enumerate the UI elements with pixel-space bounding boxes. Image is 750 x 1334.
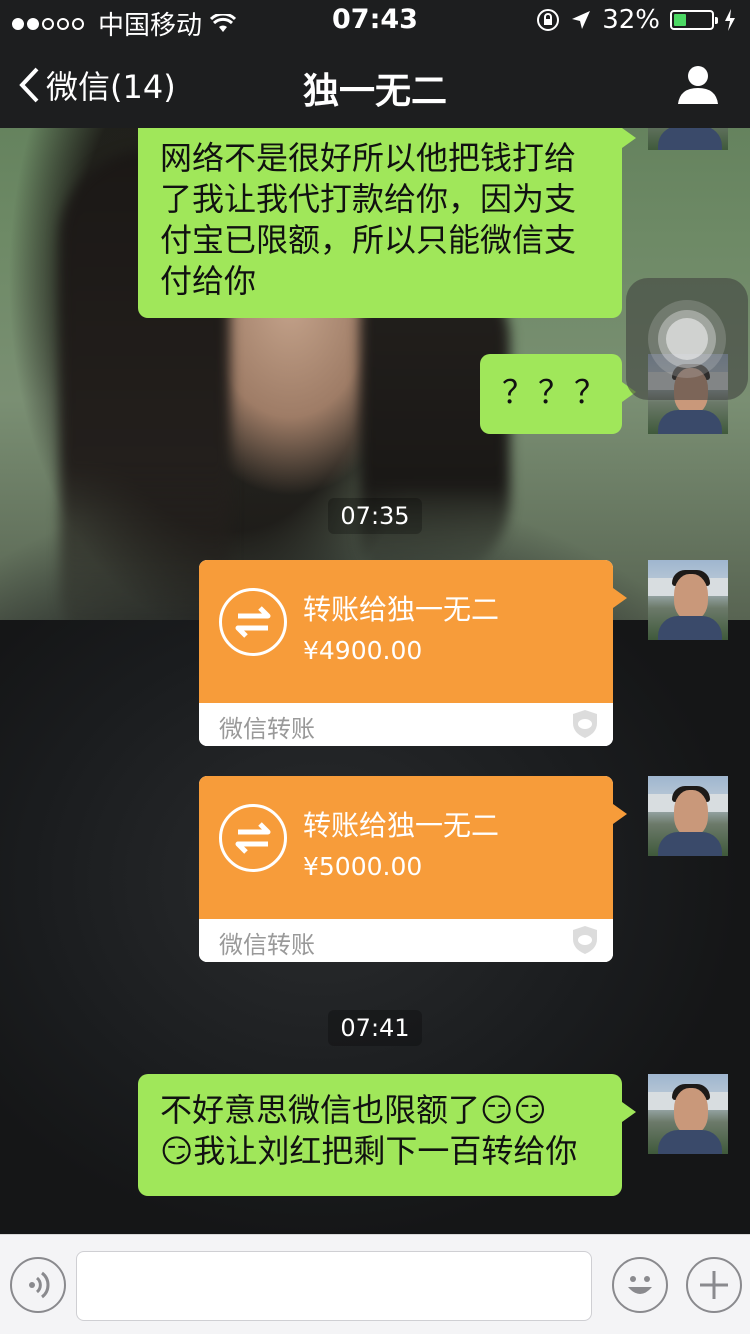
transfer-amount: ¥5000.00 [303, 852, 423, 881]
chat-title: 独一无二 [302, 71, 447, 112]
voice-waves-icon [29, 1271, 50, 1299]
transfer-card[interactable]: 转账给独一无二 ¥5000.00 微信转账 [199, 776, 627, 962]
timestamp-text: 07:35 [328, 498, 422, 534]
status-right: 32% [536, 5, 736, 35]
transfer-card-header: 转账给独一无二 ¥5000.00 [199, 776, 627, 919]
battery-percent: 32% [602, 5, 660, 35]
smirk-emoji-icon: 😏 [480, 1091, 514, 1129]
charging-bolt-icon [725, 9, 735, 31]
message-line: 付宝已限额，所以只能微信支 [160, 221, 577, 259]
message-line: 付给你 [160, 262, 257, 300]
message-bubble-last[interactable]: 不好意思微信也限额了😏😏 😏我让刘红把剩下一百转给你 [138, 1074, 636, 1196]
location-arrow-icon [572, 11, 591, 29]
battery-icon [670, 10, 718, 30]
transfer-card-header: 转账给独一无二 ¥4900.00 [199, 560, 627, 703]
navigation-bar: 微信(14) 独一无二 [0, 40, 750, 128]
plus-icon [700, 1271, 728, 1299]
smirk-emoji-icon: 😏 [513, 1091, 547, 1129]
transfer-card-footer: 微信转账 [199, 919, 613, 962]
contact-profile-icon[interactable] [676, 62, 720, 106]
battery-fill [674, 14, 686, 26]
message-line: 了我让我代打款给你，因为支 [160, 180, 577, 218]
message-text: ？？？ [502, 373, 611, 411]
transfer-amount: ¥4900.00 [303, 636, 423, 665]
message-text: 不好意思微信也限额了 [160, 1091, 481, 1129]
assistive-touch-button[interactable] [626, 278, 748, 400]
transfer-arrows-icon [219, 588, 287, 656]
transfer-footer-label: 微信转账 [219, 715, 315, 743]
my-avatar[interactable] [648, 560, 728, 640]
message-line: 网络不是很好所以他把钱打给 [160, 139, 577, 177]
chat-message-list[interactable]: 网络不是很好所以他把钱打给 了我让我代打款给你，因为支 付宝已限额，所以只能微信… [0, 128, 750, 1234]
timestamp-text: 07:41 [328, 1010, 422, 1046]
shield-icon [573, 710, 597, 738]
message-line: 不好意思微信也限额了😏😏 [160, 1090, 600, 1131]
rotation-lock-icon [537, 9, 560, 31]
message-input[interactable] [76, 1251, 592, 1321]
transfer-title: 转账给独一无二 [303, 593, 500, 626]
shield-icon [573, 926, 597, 954]
smirk-emoji-icon: 😏 [160, 1132, 194, 1170]
transfer-card-footer: 微信转账 [199, 703, 613, 746]
transfer-title: 转账给独一无二 [303, 809, 500, 842]
emoji-button[interactable] [612, 1257, 668, 1313]
voice-input-button[interactable] [10, 1257, 66, 1313]
status-bar: 中国移动 07:43 32% [0, 0, 750, 41]
more-options-button[interactable] [686, 1257, 742, 1313]
my-avatar[interactable] [648, 776, 728, 856]
timestamp-divider: 07:35 [0, 498, 750, 534]
transfer-card[interactable]: 转账给独一无二 ¥4900.00 微信转账 [199, 560, 627, 746]
message-bubble-question[interactable]: ？？？ [480, 354, 636, 434]
message-line: 😏我让刘红把剩下一百转给你 [160, 1131, 600, 1172]
transfer-footer-label: 微信转账 [219, 931, 315, 959]
smiley-icon [628, 1276, 652, 1294]
input-toolbar [0, 1234, 750, 1334]
message-text: 我让刘红把剩下一百转给你 [193, 1132, 578, 1170]
timestamp-divider: 07:41 [0, 1010, 750, 1046]
message-bubble-top[interactable]: 网络不是很好所以他把钱打给 了我让我代打款给你，因为支 付宝已限额，所以只能微信… [138, 128, 636, 318]
my-avatar[interactable] [648, 1074, 728, 1154]
my-avatar[interactable] [648, 128, 728, 150]
transfer-arrows-icon [219, 804, 287, 872]
